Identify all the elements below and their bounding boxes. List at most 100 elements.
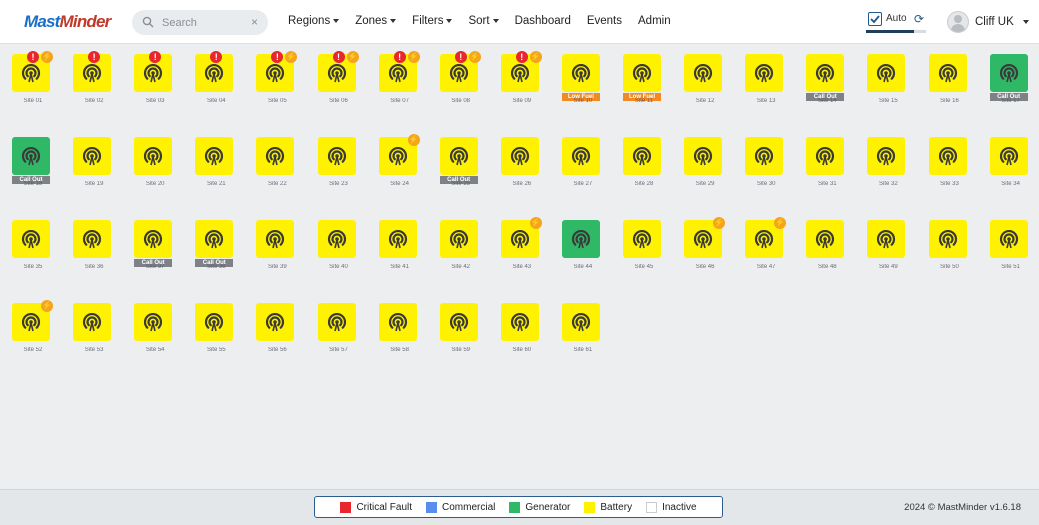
site-name: Site 54: [145, 347, 165, 353]
site-name: Site 09: [512, 98, 532, 104]
site-tile[interactable]: Site 51: [983, 214, 1039, 292]
status-legend: Critical Fault Commercial Generator Battery…: [314, 496, 723, 518]
site-tile[interactable]: Call Out Site 18: [5, 131, 61, 209]
site-status-square: [867, 54, 906, 92]
site-tile[interactable]: Site 56: [249, 297, 305, 375]
site-tile[interactable]: Site 32: [860, 131, 916, 209]
site-tile[interactable]: Site 57: [311, 297, 367, 375]
site-tile[interactable]: ! Site 02: [66, 48, 122, 126]
clear-search-icon[interactable]: ×: [251, 15, 258, 29]
nav-filters[interactable]: Filters: [412, 15, 453, 27]
user-menu[interactable]: Cliff UK: [947, 10, 1029, 34]
site-tile[interactable]: ⚡ Site 46: [677, 214, 733, 292]
site-tile[interactable]: Site 30: [738, 131, 794, 209]
site-tile[interactable]: ! Site 04: [188, 48, 244, 126]
site-tile[interactable]: Call Out Site 14: [799, 48, 855, 126]
site-name: Site 14: [817, 98, 837, 104]
site-tile[interactable]: Site 49: [860, 214, 916, 292]
site-name: Site 43: [512, 264, 532, 270]
site-tile[interactable]: Site 15: [860, 48, 916, 126]
site-tile[interactable]: Site 48: [799, 214, 855, 292]
auto-refresh-checkbox[interactable]: [868, 12, 882, 26]
warning-icon: ⚡: [285, 51, 298, 63]
site-tile[interactable]: Site 23: [311, 131, 367, 209]
nav-events[interactable]: Events: [587, 15, 622, 27]
site-name: Site 19: [84, 181, 104, 187]
site-name: Site 06: [329, 98, 348, 104]
site-tile[interactable]: Site 16: [922, 48, 978, 126]
site-tile[interactable]: ⚡ Site 43: [494, 214, 550, 292]
site-tile[interactable]: ! ⚡ Site 06: [311, 48, 367, 126]
site-tile[interactable]: Site 39: [249, 214, 305, 292]
site-tile[interactable]: ! ⚡ Site 05: [249, 48, 305, 126]
legend-swatch: [646, 501, 658, 513]
nav-label: Events: [586, 15, 623, 27]
site-tile[interactable]: Site 29: [677, 131, 733, 209]
site-tile[interactable]: Site 20: [127, 131, 183, 209]
site-name: Site 31: [817, 181, 837, 187]
site-tile[interactable]: Site 59: [433, 297, 489, 375]
site-tile[interactable]: Site 60: [494, 297, 550, 375]
site-tile[interactable]: Site 22: [249, 131, 305, 209]
site-name: Site 52: [23, 347, 43, 353]
site-name: Site 47: [756, 264, 776, 270]
nav-zones[interactable]: Zones: [355, 15, 397, 27]
site-tile[interactable]: Site 12: [677, 48, 733, 126]
site-status-square: [439, 137, 478, 175]
site-tile[interactable]: Site 50: [922, 214, 978, 292]
site-tile[interactable]: Site 21: [188, 131, 244, 209]
site-tile[interactable]: Site 27: [555, 131, 611, 209]
site-tile[interactable]: Low Fuel Site 11: [616, 48, 672, 126]
warning-icon: ⚡: [774, 217, 787, 229]
refresh-icon[interactable]: ⟳: [914, 12, 924, 26]
search-input[interactable]: [162, 14, 248, 31]
site-tile[interactable]: Site 44: [555, 214, 611, 292]
refresh-progress-fill: [866, 30, 914, 33]
site-status-square: [928, 220, 967, 258]
site-tile[interactable]: Site 26: [494, 131, 550, 209]
site-tile[interactable]: ! ⚡ Site 01: [5, 48, 61, 126]
site-status-square: [134, 303, 173, 341]
site-tile[interactable]: Site 55: [188, 297, 244, 375]
site-name: Site 49: [879, 264, 898, 270]
site-tile[interactable]: Site 58: [372, 297, 428, 375]
site-tile[interactable]: ⚡ Site 24: [372, 131, 428, 209]
site-tile[interactable]: ! Site 03: [127, 48, 183, 126]
site-status-square: [317, 137, 356, 175]
site-status-square: [928, 54, 967, 92]
footer: Critical Fault Commercial Generator Battery…: [0, 489, 1039, 525]
site-tile[interactable]: Call Out Site 25: [433, 131, 489, 209]
nav-regions[interactable]: Regions: [288, 15, 340, 27]
site-tile[interactable]: Site 36: [66, 214, 122, 292]
site-tile[interactable]: Low Fuel Site 10: [555, 48, 611, 126]
site-tile[interactable]: ! ⚡ Site 07: [372, 48, 428, 126]
nav-dashboard[interactable]: Dashboard: [515, 15, 571, 27]
site-tile[interactable]: Site 19: [66, 131, 122, 209]
site-tile[interactable]: Site 42: [433, 214, 489, 292]
site-tile[interactable]: ⚡ Site 52: [5, 297, 61, 375]
site-status-square: [806, 220, 845, 258]
site-tile[interactable]: Site 34: [983, 131, 1039, 209]
site-tile[interactable]: Site 33: [922, 131, 978, 209]
site-tile[interactable]: Site 41: [372, 214, 428, 292]
site-tile[interactable]: Site 61: [555, 297, 611, 375]
main-nav: Regions Zones Filters Sort Dashboard Events Ad…: [288, 15, 671, 27]
nav-sort[interactable]: Sort: [468, 15, 499, 27]
site-tile[interactable]: Site 35: [5, 214, 61, 292]
site-status-square: [745, 54, 784, 92]
site-tile[interactable]: Site 53: [66, 297, 122, 375]
site-tile[interactable]: ⚡ Site 47: [738, 214, 794, 292]
site-tile[interactable]: Call Out Site 17: [983, 48, 1039, 126]
site-tile[interactable]: Site 28: [616, 131, 672, 209]
site-tile[interactable]: Site 31: [799, 131, 855, 209]
app-logo[interactable]: MastMinder: [24, 12, 111, 32]
site-tile[interactable]: Call Out Site 37: [127, 214, 183, 292]
nav-admin[interactable]: Admin: [638, 15, 671, 27]
site-tile[interactable]: ! ⚡ Site 08: [433, 48, 489, 126]
site-tile[interactable]: Site 13: [738, 48, 794, 126]
site-tile[interactable]: ! ⚡ Site 09: [494, 48, 550, 126]
site-tile[interactable]: Call Out Site 38: [188, 214, 244, 292]
site-tile[interactable]: Site 45: [616, 214, 672, 292]
site-tile[interactable]: Site 54: [127, 297, 183, 375]
site-tile[interactable]: Site 40: [311, 214, 367, 292]
